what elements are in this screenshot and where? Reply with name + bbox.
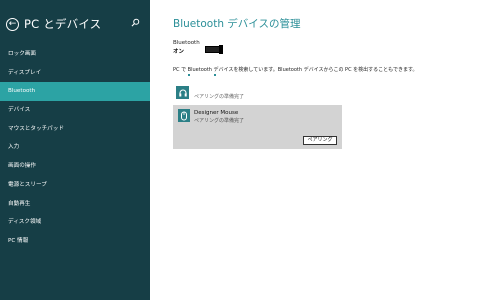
mouse-icon (178, 109, 190, 122)
sidebar-header: ← PC とデバイス (6, 16, 146, 32)
headset-icon (176, 86, 189, 99)
progress-dots (188, 74, 228, 77)
sidebar-title: PC とデバイス (24, 17, 102, 31)
device-item-mouse[interactable]: Designer Mouse ペアリングの準備完了 ペアリング (173, 105, 342, 149)
sidebar-item-display[interactable]: ディスプレイ (0, 64, 150, 83)
search-icon[interactable] (131, 18, 140, 27)
sidebar-item-lock-screen[interactable]: ロック画面 (0, 45, 150, 64)
sidebar-item-autoplay[interactable]: 自動再生 (0, 195, 150, 214)
search-status-text: PC で Bluetooth デバイスを検索しています。Bluetooth デバ… (173, 67, 418, 73)
progress-dot (188, 74, 190, 76)
sidebar-item-input[interactable]: 入力 (0, 138, 150, 157)
main-panel: Bluetooth デバイスの管理 Bluetooth オン PC で Blue… (150, 0, 480, 300)
device-item-headset[interactable]: ペアリングの準備完了 (173, 86, 343, 102)
page-title: Bluetooth デバイスの管理 (173, 18, 301, 30)
sidebar-item-disk-space[interactable]: ディスク領域 (0, 213, 150, 232)
sidebar-item-bluetooth[interactable]: Bluetooth (0, 82, 150, 102)
device-name: Designer Mouse (194, 110, 239, 116)
pair-button[interactable]: ペアリング (303, 136, 337, 145)
device-status: ペアリングの準備完了 (194, 94, 245, 100)
sidebar-item-mouse-touchpad[interactable]: マウスとタッチパッド (0, 120, 150, 139)
sidebar-nav: ロック画面 ディスプレイ Bluetooth デバイス マウスとタッチパッド 入… (0, 45, 150, 251)
bluetooth-label: Bluetooth (173, 40, 200, 46)
bluetooth-toggle[interactable] (205, 45, 223, 54)
sidebar-item-devices[interactable]: デバイス (0, 101, 150, 120)
toggle-knob (219, 45, 223, 54)
progress-dot (214, 74, 216, 76)
back-arrow-icon[interactable]: ← (6, 17, 19, 31)
device-status: ペアリングの準備完了 (194, 118, 245, 124)
sidebar: ← PC とデバイス ロック画面 ディスプレイ Bluetooth デバイス マ… (0, 0, 150, 300)
bluetooth-state: オン (173, 49, 185, 55)
sidebar-item-power-sleep[interactable]: 電源とスリープ (0, 176, 150, 195)
sidebar-item-screen-ops[interactable]: 画面の操作 (0, 157, 150, 176)
sidebar-item-pc-info[interactable]: PC 情報 (0, 232, 150, 251)
